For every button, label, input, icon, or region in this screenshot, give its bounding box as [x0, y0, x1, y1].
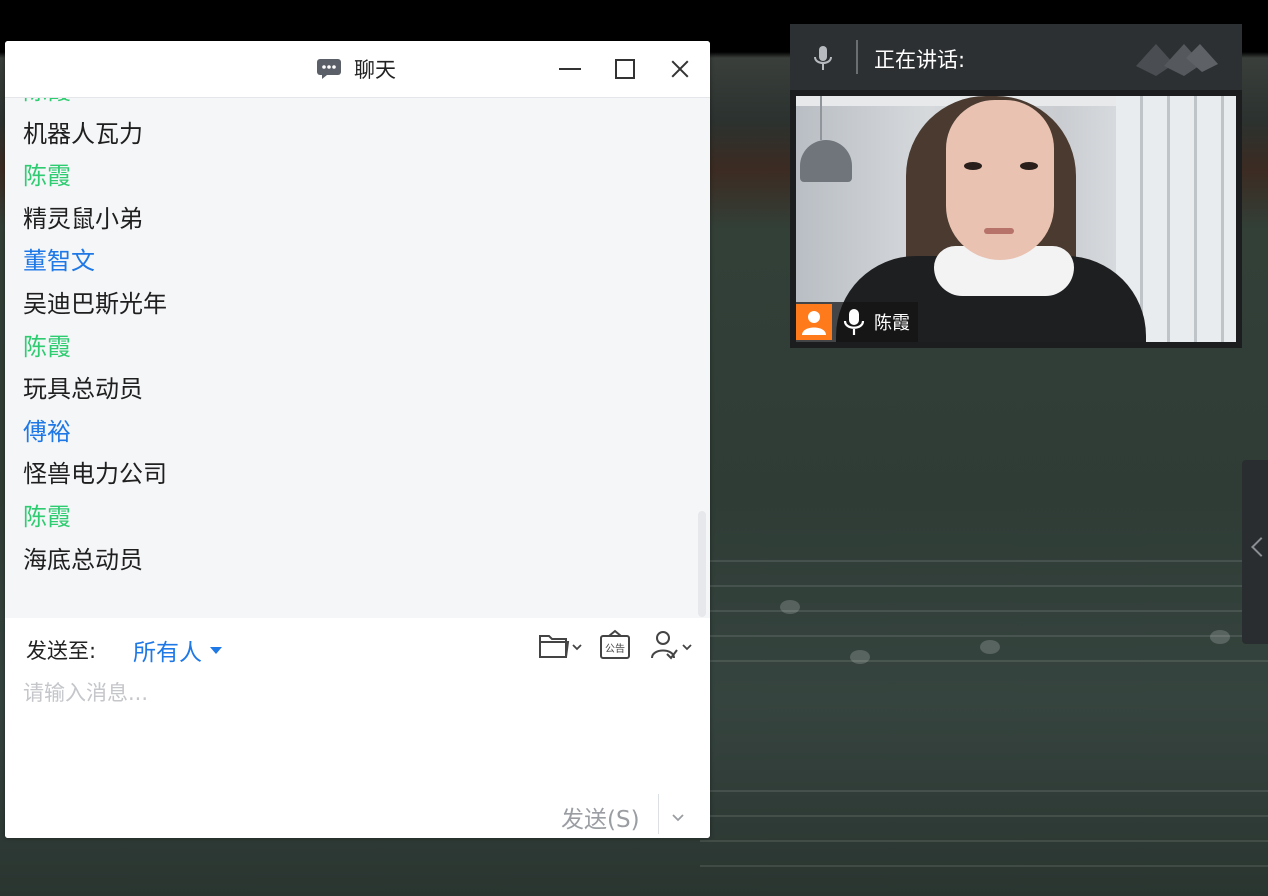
close-button[interactable]	[666, 55, 694, 83]
send-button[interactable]: 发送(S)	[561, 800, 640, 834]
message-text: 玩具总动员	[23, 375, 143, 404]
chevron-down-icon[interactable]	[669, 808, 687, 826]
speaker-video[interactable]: 陈霞	[790, 90, 1242, 348]
avatar-icon	[796, 304, 832, 340]
chevron-left-icon	[1251, 537, 1268, 557]
chat-title: 聊天	[354, 58, 396, 82]
svg-text:公告: 公告	[605, 642, 625, 655]
app-logo-icon	[1134, 36, 1220, 78]
chat-bubble-icon	[316, 58, 342, 80]
divider	[856, 40, 858, 74]
message-text: 吴迪巴斯光年	[23, 289, 167, 318]
minimize-button[interactable]	[556, 55, 584, 83]
scrollbar[interactable]	[698, 511, 706, 617]
microphone-icon	[812, 44, 834, 72]
send-divider	[658, 794, 659, 834]
message-text: 机器人瓦力	[23, 119, 143, 148]
speaking-label: 正在讲话:	[874, 48, 966, 72]
message-composer: 发送至: 所有人 公告 请输入消息... 发送(S)	[5, 618, 710, 838]
message-sender: 陈霞	[23, 502, 71, 531]
notice-icon[interactable]: 公告	[599, 628, 631, 664]
send-to-label: 发送至:	[26, 639, 97, 663]
message-sender: 陈霞	[23, 162, 71, 191]
message-sender: 陈霞	[23, 332, 71, 361]
maximize-button[interactable]	[611, 55, 639, 83]
speaker-name: 陈霞	[874, 313, 910, 334]
message-sender: 傅裕	[23, 417, 71, 446]
speaker-name-tag: 陈霞	[796, 302, 918, 342]
send-to-value: 所有人	[133, 640, 202, 666]
message-sender: 董智文	[23, 247, 95, 276]
message-text: 精灵鼠小弟	[23, 204, 143, 233]
chat-titlebar[interactable]: 聊天	[5, 41, 710, 98]
message-input[interactable]	[23, 678, 683, 708]
send-to-dropdown[interactable]: 所有人	[133, 633, 222, 667]
message-list[interactable]: 陈霞机器人瓦力陈霞精灵鼠小弟董智文吴迪巴斯光年陈霞玩具总动员傅裕怪兽电力公司陈霞…	[5, 98, 710, 618]
side-panel-toggle[interactable]	[1242, 460, 1268, 644]
chat-window: 聊天 陈霞机器人瓦力陈霞精灵鼠小弟董智文吴迪巴斯光年陈霞玩具总动员傅裕怪兽电力公…	[5, 41, 710, 838]
assign-icon[interactable]	[647, 628, 695, 664]
speaking-panel-header: 正在讲话:	[790, 24, 1242, 90]
message-text: 海底总动员	[23, 545, 143, 574]
microphone-icon	[842, 308, 866, 336]
file-icon[interactable]	[537, 628, 583, 664]
caret-down-icon	[210, 646, 222, 654]
message-text: 怪兽电力公司	[23, 460, 167, 489]
message-sender: 陈霞	[23, 98, 167, 113]
